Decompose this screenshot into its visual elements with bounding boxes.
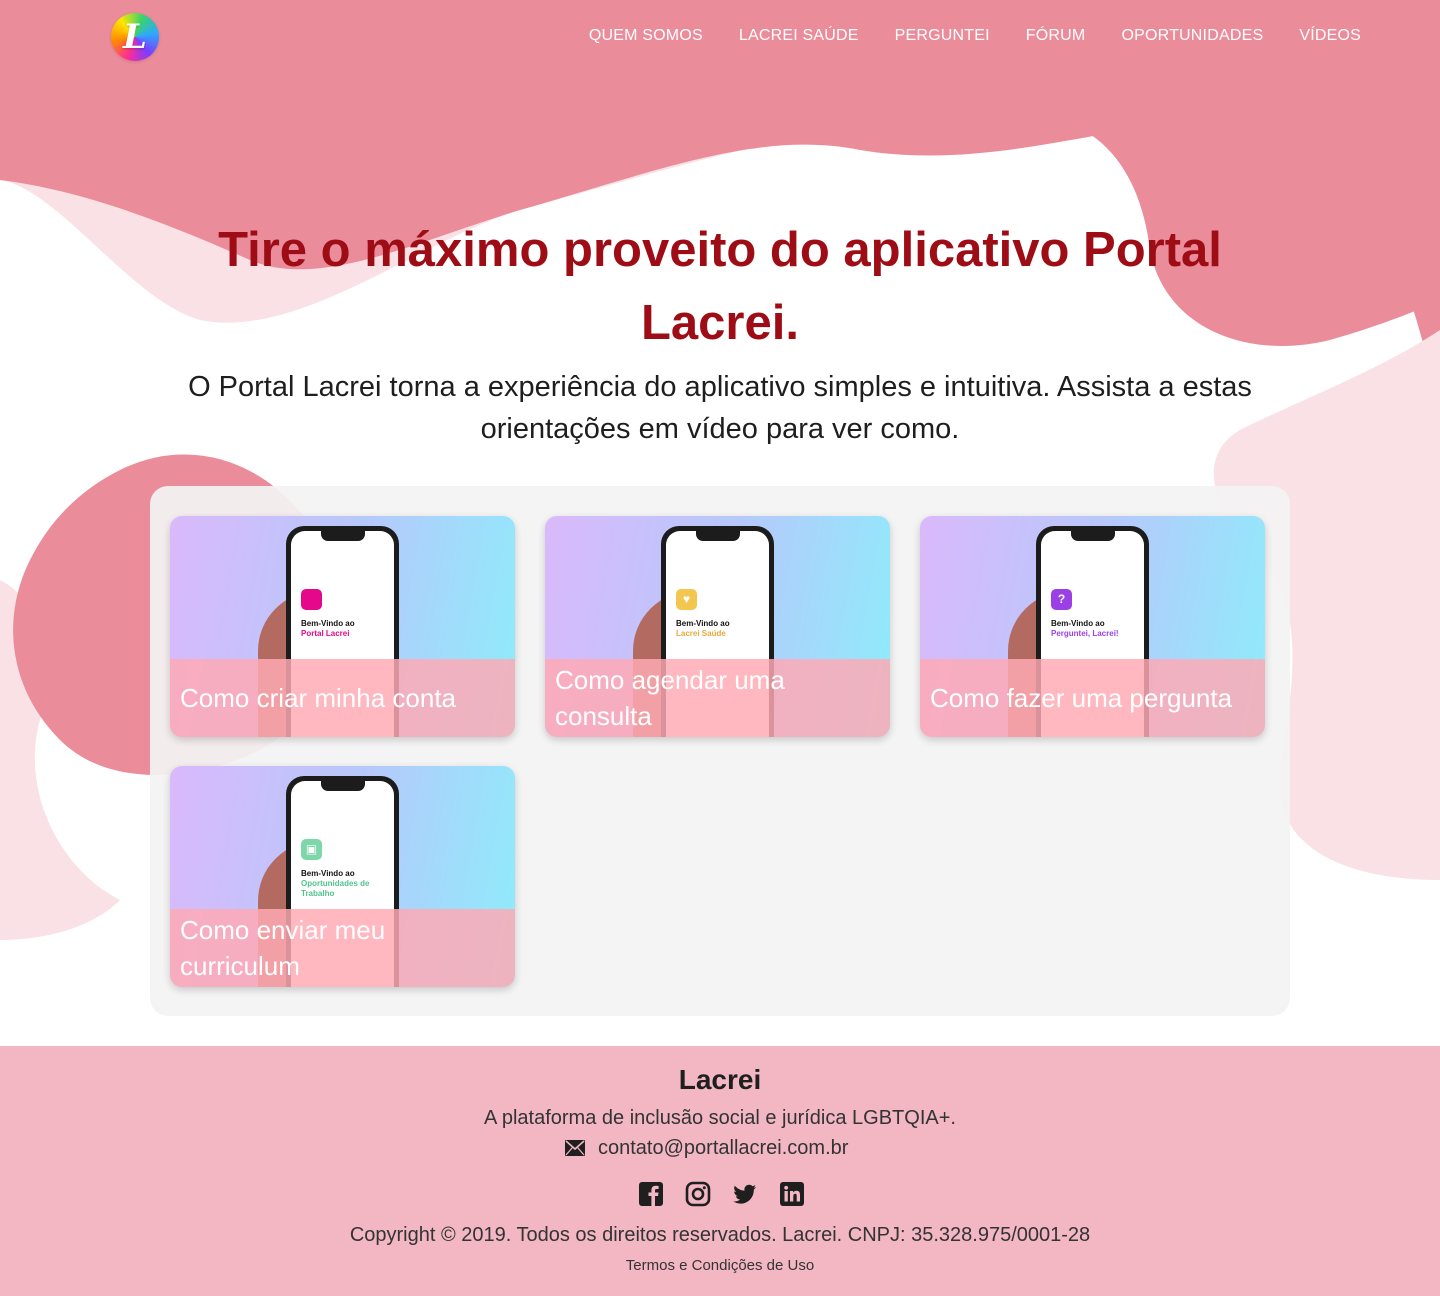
facebook-icon[interactable] xyxy=(638,1181,664,1207)
instagram-icon[interactable] xyxy=(685,1181,711,1207)
social-links xyxy=(638,1181,805,1207)
nav-videos[interactable]: VÍDEOS xyxy=(1299,27,1361,45)
card-caption: Como criar minha conta xyxy=(170,659,515,737)
portal-app-icon xyxy=(301,589,322,610)
screen-app-name: Oportunidades de Trabalho xyxy=(301,879,370,898)
video-title: Como fazer uma pergunta xyxy=(930,683,1233,713)
card-caption: Como enviar meu curriculum xyxy=(170,909,515,987)
nav-perguntei[interactable]: PERGUNTEI xyxy=(895,27,990,45)
nav-forum[interactable]: FÓRUM xyxy=(1026,27,1086,45)
nav-oportunidades[interactable]: OPORTUNIDADES xyxy=(1121,27,1263,45)
screen-welcome: Bem-Vindo ao xyxy=(676,619,730,628)
screen-app-name: Perguntei, Lacrei! xyxy=(1051,629,1119,638)
heart-icon: ♥ xyxy=(676,589,697,610)
card-caption: Como fazer uma pergunta xyxy=(920,659,1265,737)
linkedin-icon[interactable] xyxy=(779,1181,805,1207)
twitter-icon[interactable] xyxy=(732,1181,758,1207)
page-title: Tire o máximo proveito do aplicativo Por… xyxy=(218,223,1222,350)
envelope-icon xyxy=(565,1140,585,1156)
footer-tagline: A plataforma de inclusão social e jurídi… xyxy=(484,1107,956,1129)
video-card-fazer-pergunta[interactable]: ? Bem-Vindo ao Perguntei, Lacrei! Como fa… xyxy=(920,516,1265,737)
main-nav: QUEM SOMOS LACREI SAÚDE PERGUNTEI FÓRUM … xyxy=(589,27,1361,45)
site-header: L QUEM SOMOS LACREI SAÚDE PERGUNTEI FÓRU… xyxy=(0,0,1440,76)
nav-lacrei-saude[interactable]: LACREI SAÚDE xyxy=(739,27,859,45)
question-icon: ? xyxy=(1051,589,1072,610)
video-card-agendar-consulta[interactable]: ♥ Bem-Vindo ao Lacrei Saúde Como agendar … xyxy=(545,516,890,737)
footer-email[interactable]: contato@portallacrei.com.br xyxy=(565,1135,848,1161)
screen-app-name: Lacrei Saúde xyxy=(676,629,726,638)
video-grid: Bem-Vindo ao Portal Lacrei Como criar min… xyxy=(150,486,1290,1016)
briefcase-icon: ▣ xyxy=(301,839,322,860)
screen-welcome: Bem-Vindo ao xyxy=(1051,619,1105,628)
video-card-enviar-curriculum[interactable]: ▣ Bem-Vindo ao Oportunidades de Trabalho … xyxy=(170,766,515,987)
logo-letter: L xyxy=(123,17,147,57)
screen-app-name: Portal Lacrei xyxy=(301,629,350,638)
footer-brand: Lacrei xyxy=(678,1064,762,1095)
terms-link[interactable]: Termos e Condições de Uso xyxy=(0,1257,1440,1274)
lacrei-logo[interactable]: L xyxy=(111,13,159,61)
copyright: Copyright © 2019. Todos os direitos rese… xyxy=(349,1224,1091,1246)
email-link[interactable]: contato@portallacrei.com.br xyxy=(598,1137,848,1160)
site-footer: Lacrei A plataforma de inclusão social e… xyxy=(0,1046,1440,1296)
video-card-criar-conta[interactable]: Bem-Vindo ao Portal Lacrei Como criar min… xyxy=(170,516,515,737)
screen-welcome: Bem-Vindo ao xyxy=(301,619,355,628)
card-caption: Como agendar uma consulta xyxy=(545,659,890,737)
video-title: Como criar minha conta xyxy=(180,683,456,713)
screen-welcome: Bem-Vindo ao xyxy=(301,869,355,878)
page-subtitle: O Portal Lacrei torna a experiência do a… xyxy=(188,371,1252,445)
video-title: Como agendar uma consulta xyxy=(555,665,785,731)
nav-quem-somos[interactable]: QUEM SOMOS xyxy=(589,27,703,45)
video-title: Como enviar meu curriculum xyxy=(180,915,386,981)
